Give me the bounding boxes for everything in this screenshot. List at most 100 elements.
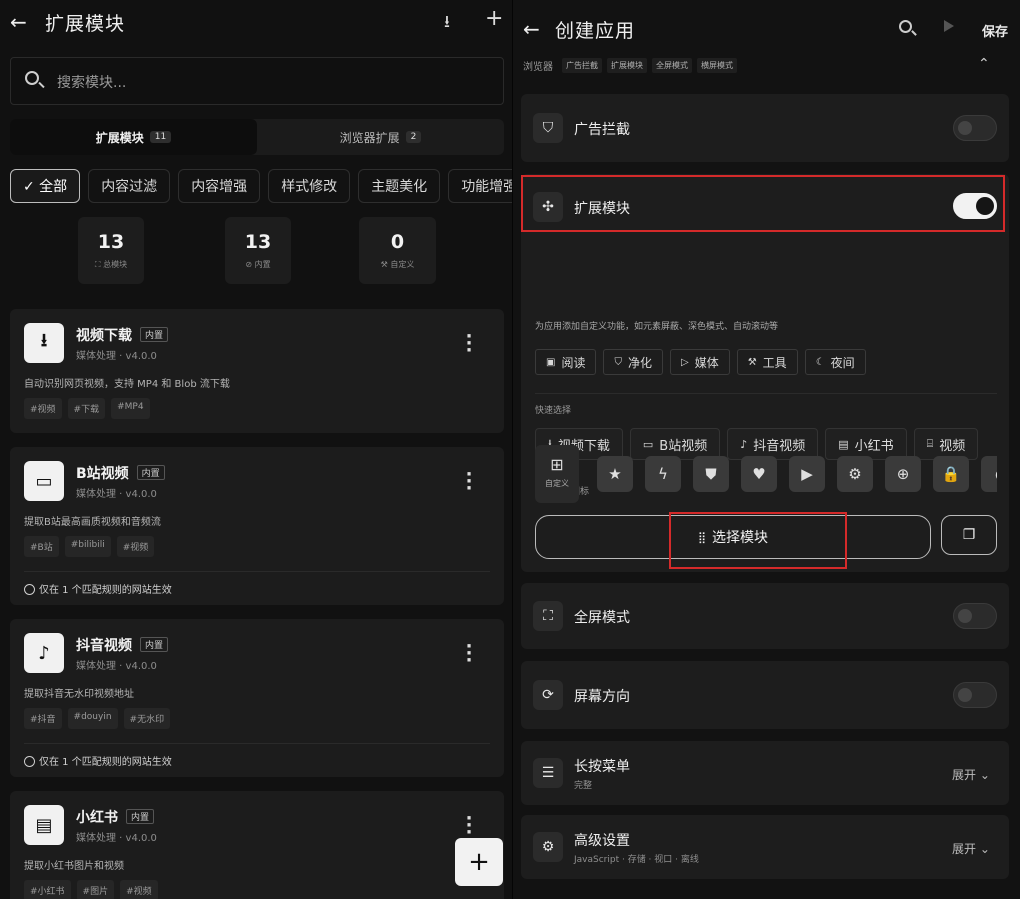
gear-icon[interactable]: ⚙ [837, 456, 873, 492]
module-scope-note: 仅在 1 个匹配规则的网站生效 [24, 753, 172, 768]
module-tags: #小红书 #图片 #视频 [24, 880, 158, 899]
module-title: 抖音视频 内置 [76, 635, 169, 655]
module-type-tabs: 扩展模块 11 浏览器扩展 2 [10, 119, 504, 155]
fullscreen-toggle[interactable] [953, 603, 997, 629]
search-icon [25, 71, 39, 85]
toggle-knob [958, 609, 972, 623]
search-input[interactable]: 搜索模块... [10, 57, 504, 105]
import-download-icon[interactable]: ⭳ [444, 9, 450, 38]
ad-block-toggle[interactable] [953, 115, 997, 141]
category-purify-button[interactable]: ⛉ 净化 [603, 349, 663, 375]
module-description: 提取B站最高画质视频和音频流 [24, 517, 161, 528]
category-media-button[interactable]: ▷ 媒体 [669, 349, 730, 375]
back-arrow-icon[interactable]: ← [10, 10, 32, 34]
module-tag: #抖音 [24, 708, 62, 729]
summary-chip: 广告拦截 [562, 58, 602, 73]
row-label: 高级设置 [574, 833, 630, 849]
more-options-icon[interactable]: · · · [462, 638, 476, 670]
expand-button[interactable]: 展开 ⌄ [952, 766, 990, 783]
category-night-button[interactable]: ☾ 夜间 [804, 349, 866, 375]
custom-icon-button[interactable]: ⊞ 自定义 [535, 445, 579, 503]
save-button[interactable]: 保存 [982, 21, 1008, 40]
filter-chip-content-enhance[interactable]: 内容增强 [178, 169, 261, 203]
orientation-toggle[interactable] [953, 682, 997, 708]
add-module-fab[interactable]: + [455, 838, 503, 886]
divider [535, 393, 997, 394]
more-options-icon[interactable]: · · · [462, 328, 476, 360]
category-buttons: ▣ 阅读 ⛉ 净化 ▷ 媒体 ⚒ 工具 ☾ 夜间 [535, 349, 866, 375]
bolt-icon[interactable]: ϟ [645, 456, 681, 492]
tab-count-badge: 11 [149, 131, 172, 143]
module-list-pane: ← 扩展模块 ⭳ + 搜索模块... 扩展模块 11 浏览器扩展 2 ✓ 全部 … [0, 0, 512, 899]
module-meta: 媒体处理 · v4.0.0 [76, 351, 157, 362]
module-meta: 媒体处理 · v4.0.0 [76, 489, 157, 500]
divider [24, 571, 490, 572]
advanced-settings-row[interactable]: ⚙ 高级设置 JavaScript · 存储 · 视口 · 离线 展开 ⌄ [521, 815, 1009, 879]
orientation-row[interactable]: ⟳ 屏幕方向 [521, 661, 1009, 729]
module-tags: #视频 #下载 #MP4 [24, 398, 150, 419]
tab-extension-modules[interactable]: 扩展模块 11 [10, 119, 257, 155]
summary-chip: 横屏模式 [697, 58, 737, 73]
category-tools-button[interactable]: ⚒ 工具 [736, 349, 798, 375]
ad-block-row[interactable]: ⛉ 广告拦截 [521, 94, 1009, 162]
filter-chip-feature[interactable]: 功能增强 [448, 169, 512, 203]
filter-chip-content-filter[interactable]: 内容过滤 [88, 169, 171, 203]
moon-icon: ☾ [815, 356, 825, 368]
more-options-icon[interactable]: · · · [462, 466, 476, 498]
expand-button[interactable]: 展开 ⌄ [952, 840, 990, 857]
row-sublabel: JavaScript · 存储 · 视口 · 离线 [574, 855, 699, 865]
module-card-xiaohongshu[interactable]: ▤ 小红书 内置 媒体处理 · v4.0.0 · · · 提取小红书图片和视频 #小红… [10, 791, 504, 899]
module-title-text: 小红书 [76, 810, 118, 826]
fullscreen-row[interactable]: ⛶ 全屏模式 [521, 583, 1009, 649]
summary-chip: 扩展模块 [607, 58, 647, 73]
globe-icon [24, 584, 35, 595]
row-label: 全屏模式 [574, 610, 630, 626]
globe-icon[interactable]: ⊕ [885, 456, 921, 492]
custom-icon-label: 自定义 [545, 479, 569, 488]
lock-icon[interactable]: 🔒 [933, 456, 969, 492]
page-title: 创建应用 [555, 20, 636, 42]
stat-label: ⚒ 自定义 [380, 260, 415, 269]
long-press-menu-row[interactable]: ☰ 长按菜单 完整 展开 ⌄ [521, 741, 1009, 805]
add-icon[interactable]: + [485, 6, 503, 31]
category-filter-row: ✓ 全部 内容过滤 内容增强 样式修改 主题美化 功能增强 [10, 169, 512, 203]
tab-browser-extensions[interactable]: 浏览器扩展 2 [257, 119, 504, 155]
builtin-tag: 内置 [126, 809, 155, 824]
play-icon[interactable] [944, 20, 954, 32]
tab-label: 扩展模块 [95, 130, 144, 145]
filter-chip-style[interactable]: 样式修改 [268, 169, 351, 203]
module-card-video-download[interactable]: ⭳ 视频下载 内置 媒体处理 · v4.0.0 · · · 自动识别网页视频，支持 M… [10, 309, 504, 433]
copy-button[interactable]: ❐ [941, 515, 997, 555]
search-icon[interactable] [899, 20, 912, 33]
highlight-select-module [669, 512, 847, 569]
category-reading-button[interactable]: ▣ 阅读 [535, 349, 597, 375]
play-icon[interactable]: ▶ [789, 456, 825, 492]
monitor-icon: ▭ [24, 461, 64, 501]
shield-icon[interactable]: ⛊ [693, 456, 729, 492]
star-icon[interactable]: ★ [597, 456, 633, 492]
category-label: 工具 [762, 355, 787, 370]
module-description: 提取小红书图片和视频 [24, 861, 124, 872]
more-icon[interactable]: ◖ [981, 456, 997, 492]
row-sublabel: 完整 [574, 781, 593, 791]
heart-icon[interactable]: ♥ [741, 456, 777, 492]
image-add-icon: ⊞ [550, 455, 564, 474]
scope-text: 仅在 1 个匹配规则的网站生效 [39, 585, 172, 596]
module-tag: #无水印 [123, 708, 171, 729]
stat-value: 13 [244, 231, 272, 253]
collapse-chevron-icon[interactable]: ⌃ [978, 56, 990, 72]
divider [24, 743, 490, 744]
module-tags: #抖音 #douyin #无水印 [24, 708, 171, 729]
filter-chip-all[interactable]: ✓ 全部 [10, 169, 81, 203]
back-arrow-icon[interactable]: ← [523, 17, 540, 41]
more-options-icon[interactable]: · · · [462, 810, 476, 842]
module-description: 自动识别网页视频，支持 MP4 和 Blob 流下载 [24, 379, 230, 390]
module-description: 提取抖音无水印视频地址 [24, 689, 134, 700]
module-card-bilibili[interactable]: ▭ B站视频 内置 媒体处理 · v4.0.0 · · · 提取B站最高画质视频和音频… [10, 447, 504, 605]
module-card-douyin[interactable]: ♪ 抖音视频 内置 媒体处理 · v4.0.0 · · · 提取抖音无水印视频地址 #… [10, 619, 504, 777]
tab-count-badge: 2 [405, 131, 422, 143]
fullscreen-icon: ⛶ [533, 601, 563, 631]
create-app-pane: ← 创建应用 保存 浏览器 广告拦截 扩展模块 全屏模式 横屏模式 ⌃ ⛉ 广告… [513, 0, 1020, 899]
music-note-icon: ♪ [24, 633, 64, 673]
filter-chip-theme[interactable]: 主题美化 [358, 169, 441, 203]
